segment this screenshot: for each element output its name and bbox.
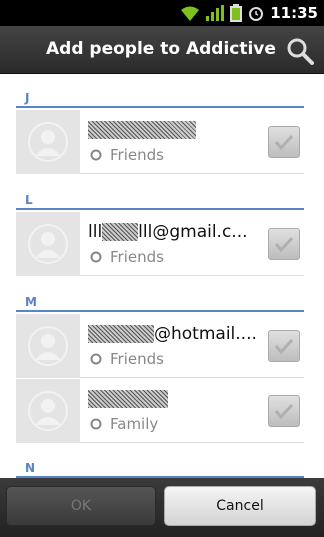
redacted-name [88,325,154,343]
contact-group: Friends [110,248,164,266]
search-icon[interactable] [286,37,314,65]
contact-name [88,389,264,413]
person-placeholder-icon [28,391,68,431]
signal-icon [206,5,225,21]
status-bar: 11:35 [0,0,324,26]
section-header-n: N [16,460,304,478]
section-letter: N [25,461,36,475]
contact-name [88,120,264,144]
select-checkbox[interactable] [268,126,300,158]
section-letter: M [25,295,37,309]
check-icon [274,236,294,253]
check-icon [274,134,294,151]
section-header-m: M [16,294,304,312]
avatar [16,314,80,378]
redacted-name [88,390,168,408]
contact-list[interactable]: J Friends L lll lll@gmail.c... Friends M… [0,74,324,478]
select-checkbox[interactable] [268,228,300,260]
section-header-j: J [16,90,304,108]
ok-button[interactable]: OK [6,486,156,526]
contact-name: lll lll@gmail.c... [88,222,264,246]
contact-name-suffix: @hotmail.... [154,324,257,344]
circle-icon [90,251,102,263]
avatar [16,212,80,276]
person-placeholder-icon [28,224,68,264]
contact-name: @hotmail.... [88,324,264,348]
contact-group: Friends [110,350,164,368]
battery-icon [230,4,243,22]
circle-icon [90,353,102,365]
redacted-name [88,121,196,139]
contact-name-suffix: lll@gmail.c... [138,222,248,242]
group-line: Friends [90,350,164,368]
avatar [16,379,80,443]
group-line: Friends [90,146,164,164]
contact-row[interactable]: @hotmail.... Friends [16,314,304,378]
wifi-icon [181,6,200,21]
select-checkbox[interactable] [268,330,300,362]
section-letter: L [25,193,33,207]
contact-name-prefix: lll [88,222,103,242]
select-checkbox[interactable] [268,395,300,427]
contact-group: Friends [110,146,164,164]
contact-row[interactable]: lll lll@gmail.c... Friends [16,212,304,276]
group-line: Friends [90,248,164,266]
bottom-bar: OK Cancel [0,478,324,537]
section-header-l: L [16,192,304,210]
cancel-button[interactable]: Cancel [164,486,316,526]
group-line: Family [90,415,158,433]
person-placeholder-icon [28,326,68,366]
status-clock: 11:35 [270,4,318,22]
page-title: Add people to Addictive... [46,39,276,59]
check-icon [274,338,294,355]
circle-icon [90,149,102,161]
contact-row[interactable]: Friends [16,110,304,174]
status-icons: 11:35 [180,3,318,23]
section-letter: J [25,91,30,105]
circle-icon [90,418,102,430]
contact-row[interactable]: Family [16,379,304,443]
avatar [16,110,80,174]
contact-group: Family [110,415,159,433]
person-placeholder-icon [28,122,68,162]
check-icon [274,403,294,420]
alarm-icon [249,7,264,21]
redacted-name [102,223,139,241]
title-bar: Add people to Addictive... [0,26,324,74]
